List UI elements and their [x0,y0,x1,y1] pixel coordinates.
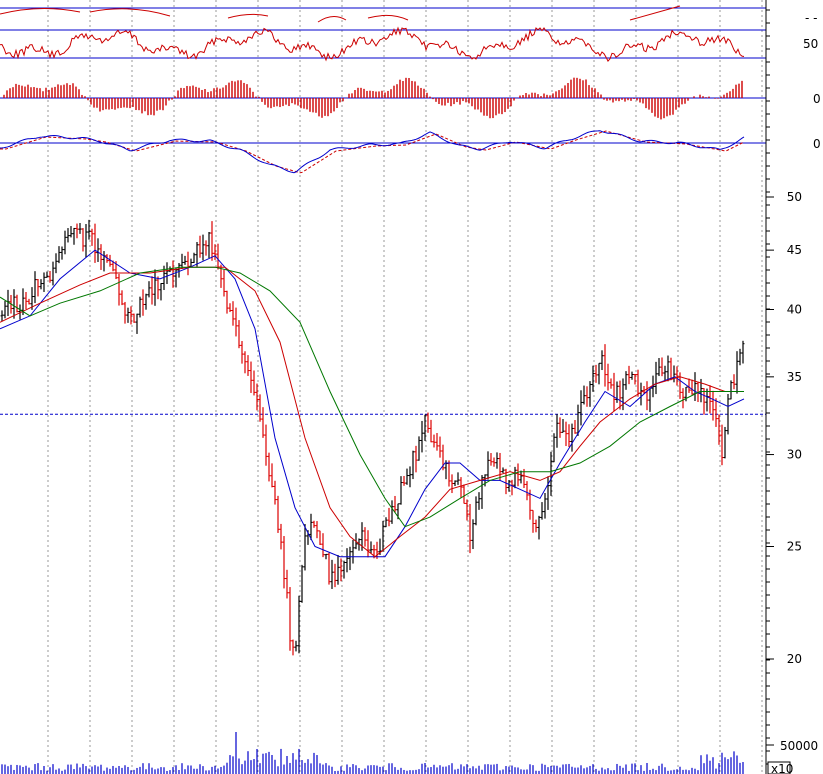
stock-chart: 50 45 40 35 30 25 20 - - 50 0 0 50000 x10 [0,0,821,774]
price-tick-label: 20 [787,652,802,666]
panel3-zero-label: 0 [813,137,821,151]
price-axis: 50 45 40 35 30 25 20 - - 50 0 0 50000 x10 [765,0,821,774]
macd-line [0,130,745,174]
price-tick-label: 40 [787,303,802,317]
volume-panel [1,732,744,774]
chart-window: 50 45 40 35 30 25 20 - - 50 0 0 50000 x10 [0,0,823,774]
panel1-top-label: - - [805,11,817,25]
oscillator-line [0,26,745,62]
moving-average-1 [0,249,745,558]
price-tick-label: 45 [787,243,802,257]
panel2-zero-label: 0 [813,92,821,106]
signal-line [0,130,745,174]
volume-multiplier-label: x10 [771,762,793,774]
volume-tick-label: 50000 [780,739,818,753]
price-panel [0,219,766,656]
price-tick-label: 25 [787,539,802,553]
moving-average-2 [0,266,744,558]
price-tick-label: 30 [787,448,802,462]
price-tick-label: 50 [787,190,802,204]
indicator-panels [0,5,766,174]
panel1-mid-label: 50 [803,37,818,51]
price-tick-label: 35 [787,370,802,384]
